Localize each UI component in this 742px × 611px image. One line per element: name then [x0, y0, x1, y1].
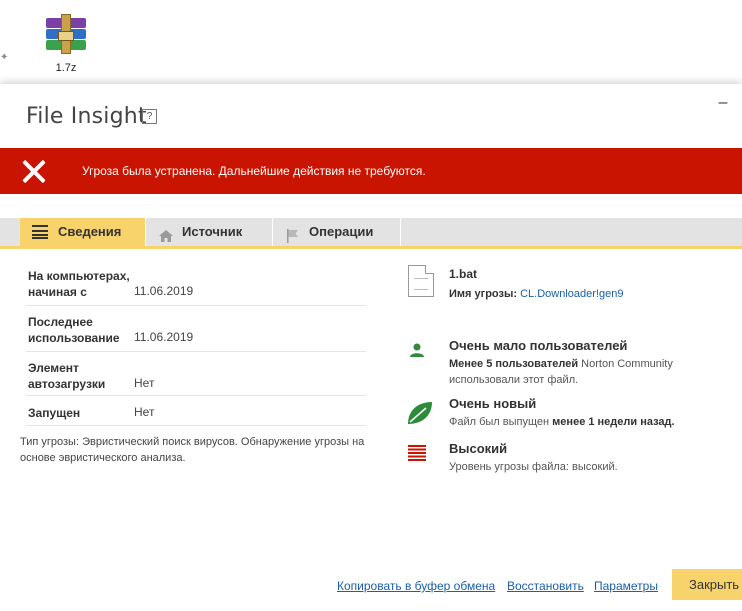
table-row: Элемент автозагрузки Нет: [26, 352, 366, 396]
restore-link[interactable]: Восстановить: [507, 579, 584, 593]
row-key: Элемент автозагрузки: [28, 361, 106, 391]
tab-operations-label: Операции: [309, 224, 374, 239]
user-icon: [408, 342, 426, 363]
desktop-file-label: 1.7z: [55, 62, 77, 74]
threat-name-line: Имя угрозы: CL.Downloader!gen9: [449, 286, 623, 302]
row-value: Нет: [134, 376, 155, 390]
file-info: 1.bat Имя угрозы: CL.Downloader!gen9: [404, 264, 742, 304]
tab-bar: Сведения Источник Операции: [0, 218, 742, 249]
row-key: Запущен: [28, 406, 81, 420]
pin-icon: ✦: [0, 52, 9, 63]
row-key: Последнее использование: [28, 315, 120, 345]
users-rating: Очень мало пользователей Менее 5 пользов…: [404, 336, 742, 386]
status-message: Угроза была устранена. Дальнейшие действ…: [82, 164, 426, 178]
help-button[interactable]: ?: [142, 109, 157, 124]
tab-details[interactable]: Сведения: [20, 218, 145, 246]
home-icon: [158, 225, 174, 242]
file-icon: [408, 265, 434, 297]
tab-source-label: Источник: [182, 224, 243, 239]
users-rating-title: Очень мало пользователей: [449, 338, 628, 353]
leaf-icon: [406, 400, 434, 429]
table-row: Последнее использование 11.06.2019: [26, 306, 366, 352]
risk-rating: Высокий Уровень угрозы файла: высокий.: [404, 439, 742, 479]
details-table: На компьютерах, начиная с 11.06.2019 Пос…: [26, 268, 366, 426]
winrar-archive-icon: [42, 14, 90, 58]
row-value: 11.06.2019: [134, 284, 194, 298]
minimize-button[interactable]: –: [716, 95, 730, 111]
tab-operations[interactable]: Операции: [273, 218, 400, 246]
settings-link[interactable]: Параметры: [594, 579, 658, 593]
desktop-area: ✦ 1.7z: [0, 0, 742, 84]
age-rating: Очень новый Файл был выпущен менее 1 нед…: [404, 394, 742, 434]
threat-type-text: Тип угрозы: Эвристический поиск вирусов.…: [20, 436, 365, 464]
flag-icon: [285, 225, 301, 243]
table-row: Запущен Нет: [26, 396, 366, 426]
threat-name-link[interactable]: CL.Downloader!gen9: [520, 288, 623, 300]
status-banner: Угроза была устранена. Дальнейшие действ…: [0, 148, 742, 194]
age-rating-bold: менее 1 недели назад.: [552, 416, 675, 428]
desktop-file-item[interactable]: 1.7z: [38, 14, 94, 74]
list-icon: [32, 225, 48, 239]
users-rating-sub: Менее 5 пользователей Norton Community и…: [449, 356, 709, 388]
risk-rating-sub: Уровень угрозы файла: высокий.: [449, 461, 618, 473]
age-rating-sub: Файл был выпущен менее 1 недели назад.: [449, 414, 675, 430]
row-value: 11.06.2019: [134, 330, 194, 344]
close-button[interactable]: Закрыть: [672, 569, 742, 600]
age-rating-pre: Файл был выпущен: [449, 416, 553, 428]
risk-level-icon: [408, 445, 426, 464]
close-x-icon: [22, 158, 46, 184]
threat-name-label: Имя угрозы:: [449, 288, 518, 300]
users-rating-bold: Менее 5 пользователей: [449, 358, 579, 370]
dialog-title: File Insight: [26, 104, 147, 129]
tab-source[interactable]: Источник: [146, 218, 272, 246]
tab-details-label: Сведения: [58, 224, 122, 239]
age-rating-title: Очень новый: [449, 396, 537, 411]
risk-rating-title: Высокий: [449, 441, 508, 456]
file-name: 1.bat: [449, 267, 478, 281]
row-key: На компьютерах, начиная с: [28, 269, 130, 299]
table-row: На компьютерах, начиная с 11.06.2019: [26, 268, 366, 306]
copy-to-clipboard-link[interactable]: Копировать в буфер обмена: [337, 579, 495, 593]
row-value: Нет: [134, 405, 155, 419]
file-insight-dialog: File Insight ? – Угроза была устранена. …: [0, 84, 742, 611]
